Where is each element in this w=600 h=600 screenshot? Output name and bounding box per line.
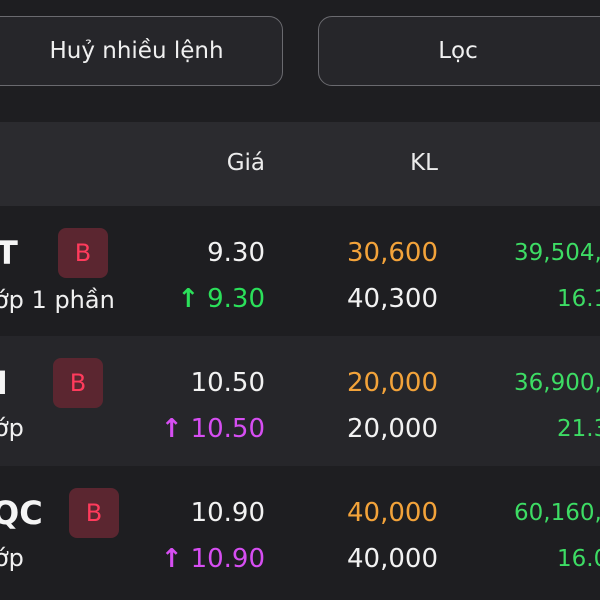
cancel-multiple-orders-button[interactable]: Huỷ nhiều lệnh xyxy=(0,16,283,86)
matched-volume: 40,000 xyxy=(347,544,438,574)
order-status: ớp xyxy=(0,544,24,572)
cancel-multiple-orders-label: Huỷ nhiều lệnh xyxy=(49,38,224,64)
order-value: 36,900, xyxy=(514,370,600,396)
order-sub-value: 16.1 xyxy=(557,286,600,312)
order-value: 39,504, xyxy=(514,240,600,266)
filter-label: Lọc xyxy=(438,38,478,64)
matched-price: ↑ 10.50 xyxy=(161,414,265,444)
order-value: 60,160, xyxy=(514,500,600,526)
arrow-up-icon: ↑ xyxy=(160,414,183,444)
buy-badge: B xyxy=(58,228,108,278)
matched-price-value: 10.90 xyxy=(190,544,265,574)
matched-price-value: 10.50 xyxy=(190,414,265,444)
filter-button[interactable]: Lọc xyxy=(318,16,600,86)
order-sub-value: 16.0 xyxy=(557,546,600,572)
order-volume: 40,000 xyxy=(347,498,438,528)
arrow-up-icon: ↑ xyxy=(177,284,200,314)
order-status: ớp 1 phần xyxy=(0,286,115,314)
matched-price: ↑ 10.90 xyxy=(161,544,265,574)
order-price: 9.30 xyxy=(207,238,265,268)
table-row[interactable]: QC B ớp 10.90 ↑ 10.90 40,000 40,000 60,16… xyxy=(0,466,600,596)
buy-badge: B xyxy=(69,488,119,538)
arrow-up-icon: ↑ xyxy=(160,544,183,574)
table-row[interactable]: T B ớp 1 phần 9.30 ↑ 9.30 30,600 40,300 3… xyxy=(0,206,600,336)
order-price: 10.50 xyxy=(190,368,265,398)
symbol: T xyxy=(0,234,18,272)
table-header: Giá KL xyxy=(0,122,600,206)
column-header-volume[interactable]: KL xyxy=(410,150,438,176)
order-volume: 20,000 xyxy=(347,368,438,398)
symbol: I xyxy=(0,364,8,402)
table-row[interactable]: I B ớp 10.50 ↑ 10.50 20,000 20,000 36,900… xyxy=(0,336,600,466)
matched-price-value: 9.30 xyxy=(207,284,265,314)
order-volume: 30,600 xyxy=(347,238,438,268)
order-price: 10.90 xyxy=(190,498,265,528)
order-status: ớp xyxy=(0,414,24,442)
column-header-price[interactable]: Giá xyxy=(227,150,265,176)
symbol: QC xyxy=(0,494,43,532)
matched-volume: 20,000 xyxy=(347,414,438,444)
matched-volume: 40,300 xyxy=(347,284,438,314)
matched-price: ↑ 9.30 xyxy=(177,284,265,314)
order-book-screen: Huỷ nhiều lệnh Lọc Giá KL T B ớp 1 phần … xyxy=(0,0,600,600)
order-sub-value: 21.3 xyxy=(557,416,600,442)
buy-badge: B xyxy=(53,358,103,408)
